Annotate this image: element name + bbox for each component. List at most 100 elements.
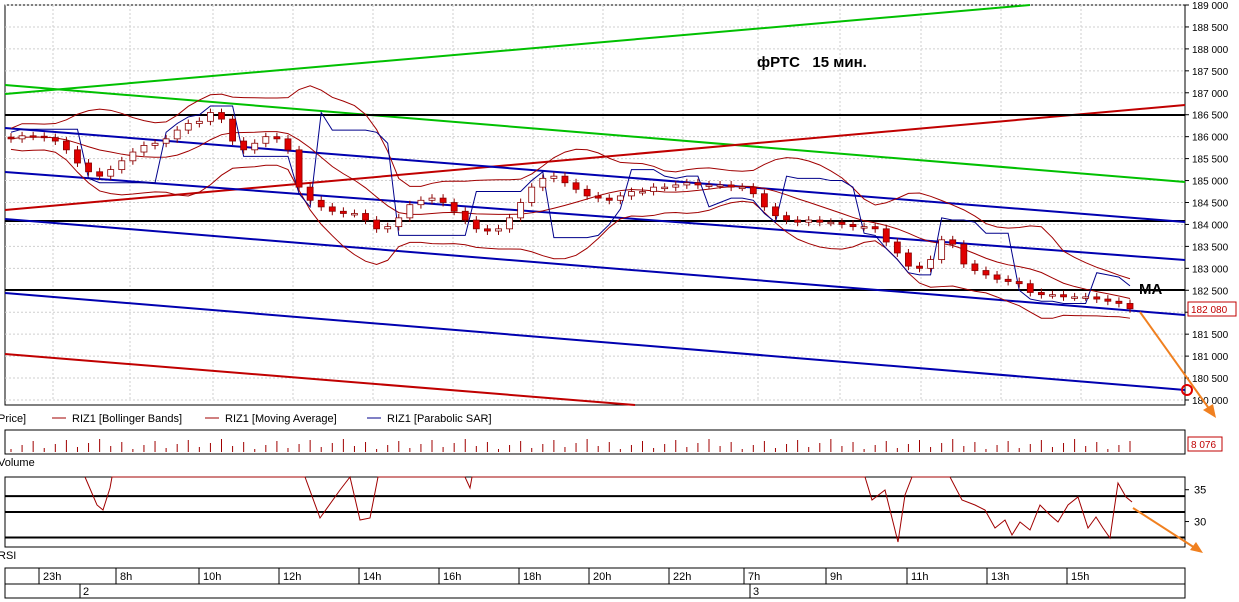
candle-body (727, 184, 735, 188)
rsi-y-axis: 35 30 (1185, 485, 1206, 529)
time-hour-label: 7h (748, 571, 760, 583)
volume-last-label: 8 076 (1191, 440, 1216, 451)
candle-body (74, 149, 81, 164)
candle-body (938, 239, 946, 260)
candle-body (151, 142, 159, 146)
candle-body (495, 228, 502, 232)
legend: Price] RIZ1 [Bollinger Bands] RIZ1 [Moving… (0, 413, 492, 425)
candle-body (29, 135, 37, 138)
candle-body (317, 199, 325, 208)
time-day-label: 2 (83, 586, 89, 598)
time-hour-label: 23h (43, 571, 61, 583)
candle-body (62, 140, 70, 151)
candle-body (949, 239, 957, 245)
candle-body (1004, 278, 1012, 282)
rsi-y-tick-label: 35 (1194, 485, 1206, 497)
candle-body (51, 137, 59, 142)
candle-body (129, 151, 137, 162)
candle-body (816, 219, 824, 223)
candle-body (517, 202, 525, 219)
time-hour-label: 15h (1071, 571, 1089, 583)
y-tick-label: 183 000 (1192, 264, 1229, 275)
y-tick-label: 187 500 (1192, 67, 1229, 78)
candle-body (905, 252, 912, 267)
time-hour-label: 22h (673, 571, 691, 583)
candle-body (1126, 303, 1134, 310)
y-tick-label: 180 500 (1192, 374, 1229, 385)
candle-body (118, 160, 126, 170)
y-tick-label: 182 500 (1192, 286, 1229, 297)
price-y-axis: 189 000 188 500 188 000 187 500 187 000 186 5… (1185, 1, 1229, 407)
candle-body (982, 270, 990, 276)
time-hour-label: 18h (523, 571, 541, 583)
candle-body (572, 182, 580, 190)
y-tick-label: 181 500 (1192, 330, 1229, 341)
candle-body (594, 195, 602, 199)
y-tick-label: 187 000 (1192, 89, 1229, 100)
candle-body (395, 217, 403, 228)
candle-body (1060, 294, 1067, 298)
candle-body (107, 169, 115, 177)
candle-body (650, 186, 657, 192)
ma-annotation: MA (1139, 281, 1162, 298)
candle-body (783, 215, 790, 221)
legend-label: RIZ1 [Moving Average] (225, 413, 337, 425)
candle-body (1049, 294, 1056, 297)
candle-body (605, 197, 613, 201)
candle-body (628, 191, 635, 197)
candle-body (506, 217, 513, 230)
candle-body (284, 138, 292, 151)
candle-body (716, 184, 724, 187)
candle-body (184, 123, 192, 131)
candle-body (849, 224, 857, 228)
time-hour-label: 14h (363, 571, 381, 583)
y-tick-label: 181 000 (1192, 352, 1229, 363)
candle-body (362, 213, 369, 221)
y-tick-label: 189 000 (1192, 1, 1229, 12)
candle-body (7, 136, 15, 140)
candle-body (406, 204, 414, 219)
candle-body (251, 142, 259, 151)
candle-body (339, 210, 347, 214)
candle-body (207, 112, 214, 122)
y-tick-label: 185 500 (1192, 155, 1229, 166)
candle-body (1082, 296, 1090, 299)
chart-canvas: 189 000 188 500 188 000 187 500 187 000 186 5… (0, 1, 1237, 599)
candle-body (639, 191, 646, 194)
candle-body (140, 145, 148, 153)
candle-body (229, 118, 236, 142)
candle-body (927, 259, 934, 269)
candle-body (960, 243, 968, 265)
candle-body (672, 184, 680, 188)
candle-body (218, 112, 225, 120)
candle-body (916, 265, 923, 269)
y-tick-label: 185 000 (1192, 177, 1229, 188)
candle-body (738, 186, 746, 190)
y-tick-label: 183 500 (1192, 242, 1229, 253)
candle-body (528, 186, 536, 203)
candle-body (351, 213, 358, 216)
rsi-y-tick-label: 30 (1194, 517, 1206, 529)
candle-body (749, 186, 757, 195)
candle-body (472, 219, 480, 230)
time-hour-label: 12h (283, 571, 301, 583)
candle-body (694, 182, 702, 186)
candle-body (760, 193, 768, 208)
time-hour-label: 16h (443, 571, 461, 583)
forecast-arrowhead-rsi (1190, 542, 1203, 553)
candle-body (838, 221, 846, 225)
candle-body (328, 206, 336, 212)
time-hour-label: 11h (911, 571, 929, 583)
candle-body (461, 210, 469, 221)
y-tick-label: 184 500 (1192, 199, 1229, 210)
time-hour-label: 8h (120, 571, 132, 583)
y-tick-label: 184 000 (1192, 220, 1229, 231)
candle-body (882, 228, 890, 243)
candle-body (993, 274, 1001, 280)
y-tick-label: 186 000 (1192, 133, 1229, 144)
candle-body (306, 186, 314, 201)
candle-body (450, 202, 458, 212)
candle-body (539, 177, 547, 188)
y-tick-label: 186 500 (1192, 111, 1229, 122)
candle-body (18, 135, 26, 140)
